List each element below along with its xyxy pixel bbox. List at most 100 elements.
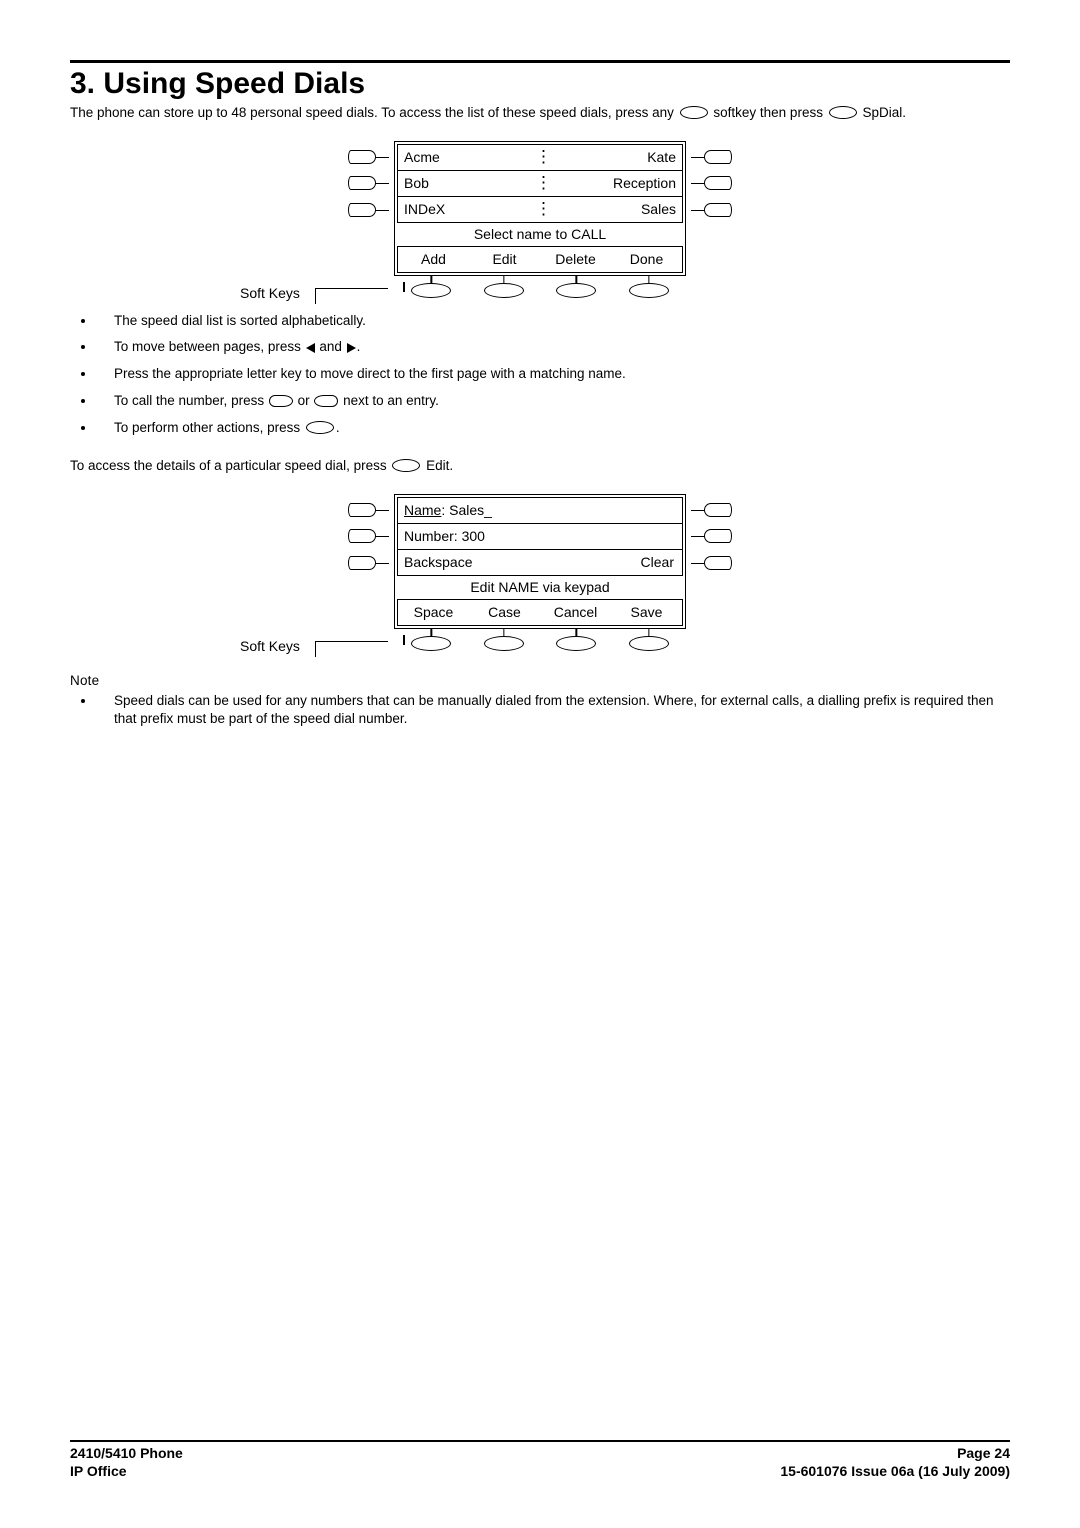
softkey-label: Add: [398, 251, 469, 267]
list-row: Bob ⋮ Reception: [398, 171, 682, 197]
field-value: Number: 300: [404, 528, 485, 544]
page-heading: 3. Using Speed Dials: [70, 67, 1010, 101]
text-span: To access the details of a particular sp…: [70, 458, 390, 473]
line-button-icon: [348, 556, 376, 570]
line-button-icon: [704, 503, 732, 517]
softkey-label: Edit: [469, 251, 540, 267]
edit-row: Name: Sales_: [398, 498, 682, 524]
list-text: and: [316, 339, 346, 354]
entry-name: Sales: [545, 201, 682, 217]
edit-access-text: To access the details of a particular sp…: [70, 456, 1010, 476]
speed-dial-edit-diagram: Name: Sales_ Number: 300 Backspace Clear…: [280, 494, 800, 651]
softkeys-caption: Soft Keys: [240, 285, 300, 301]
right-arrow-icon: [347, 343, 356, 353]
list-text: To call the number, press: [114, 393, 268, 408]
left-line-buttons: [348, 144, 392, 224]
softkey-label: Delete: [540, 251, 611, 267]
line-button-icon: [704, 176, 732, 190]
softkey-labels: Add Edit Delete Done: [397, 246, 683, 273]
edit-row: Number: 300: [398, 524, 682, 550]
intro-part1: The phone can store up to 48 personal sp…: [70, 105, 678, 120]
edit-row: Backspace Clear: [398, 550, 682, 575]
left-line-button-icon: [314, 395, 338, 407]
list-text: The speed dial list is sorted alphabetic…: [114, 313, 366, 328]
line-button-icon: [704, 150, 732, 164]
list-item: Press the appropriate letter key to move…: [96, 365, 1010, 384]
list-text: Press the appropriate letter key to move…: [114, 366, 626, 381]
line-button-icon: [704, 529, 732, 543]
right-line-buttons: [688, 144, 732, 224]
footer-right-2: 15-601076 Issue 06a (16 July 2009): [780, 1462, 1010, 1480]
list-text: .: [336, 420, 340, 435]
footer-left-2: IP Office: [70, 1462, 127, 1480]
softkey-icon: [306, 421, 334, 434]
line-button-icon: [348, 529, 376, 543]
list-text: To perform other actions, press: [114, 420, 304, 435]
entry-name: Acme: [398, 149, 535, 165]
softkey-button-icon: [484, 636, 524, 651]
line-button-icon: [348, 176, 376, 190]
softkey-label: Done: [611, 251, 682, 267]
intro-label: SpDial.: [859, 105, 906, 120]
softkey-button-icon: [629, 636, 669, 651]
softkey-button-icon: [484, 283, 524, 298]
page-footer: 2410/5410 Phone Page 24 IP Office 15-601…: [70, 1440, 1010, 1480]
note-heading: Note: [70, 673, 1010, 688]
field-label: Name: [404, 502, 441, 518]
softkeys-caption: Soft Keys: [240, 638, 300, 654]
line-button-icon: [348, 503, 376, 517]
softkey-labels: Space Case Cancel Save: [397, 599, 683, 626]
softkey-button-icon: [411, 636, 451, 651]
list-item: To perform other actions, press .: [96, 419, 1010, 438]
left-line-buttons: [348, 497, 392, 577]
list-text: Speed dials can be used for any numbers …: [114, 693, 994, 727]
right-line-buttons: [688, 497, 732, 577]
intro-text: The phone can store up to 48 personal sp…: [70, 103, 1010, 123]
softkey-button-icon: [411, 283, 451, 298]
speed-dial-list-diagram: Acme ⋮ Kate Bob ⋮ Reception INDeX ⋮ Sale…: [280, 141, 800, 298]
screen-hint: Edit NAME via keypad: [395, 576, 685, 598]
instruction-list: The speed dial list is sorted alphabetic…: [70, 312, 1010, 438]
left-arrow-icon: [306, 343, 315, 353]
softkey-button-icon: [556, 283, 596, 298]
list-item: Speed dials can be used for any numbers …: [96, 692, 1010, 730]
softkey-buttons: Soft Keys: [395, 283, 685, 298]
softkey-icon: [392, 459, 420, 472]
line-button-icon: [704, 556, 732, 570]
list-text: .: [357, 339, 361, 354]
list-item: To move between pages, press and .: [96, 338, 1010, 357]
footer-left-1: 2410/5410 Phone: [70, 1444, 183, 1462]
list-text: next to an entry.: [339, 393, 439, 408]
line-button-icon: [348, 203, 376, 217]
screen-hint: Select name to CALL: [395, 223, 685, 245]
entry-name: Kate: [545, 149, 682, 165]
entry-name: Bob: [398, 175, 535, 191]
note-list: Speed dials can be used for any numbers …: [70, 692, 1010, 730]
line-button-icon: [704, 203, 732, 217]
softkey-label: Case: [469, 604, 540, 620]
right-line-button-icon: [269, 395, 293, 407]
softkey-label: Space: [398, 604, 469, 620]
action-label: Clear: [641, 554, 676, 570]
list-text: or: [294, 393, 314, 408]
softkey-icon: [680, 106, 708, 119]
text-span: Edit.: [422, 458, 453, 473]
softkey-buttons: Soft Keys: [395, 636, 685, 651]
footer-right-1: Page 24: [957, 1444, 1010, 1462]
softkey-button-icon: [556, 636, 596, 651]
softkey-label: Save: [611, 604, 682, 620]
field-value: : Sales_: [441, 502, 492, 518]
action-label: Backspace: [404, 554, 641, 570]
softkey-icon: [829, 106, 857, 119]
list-item: The speed dial list is sorted alphabetic…: [96, 312, 1010, 331]
list-row: Acme ⋮ Kate: [398, 145, 682, 171]
list-row: INDeX ⋮ Sales: [398, 197, 682, 222]
softkey-label: Cancel: [540, 604, 611, 620]
entry-name: INDeX: [398, 201, 535, 217]
list-item: To call the number, press or next to an …: [96, 392, 1010, 411]
list-text: To move between pages, press: [114, 339, 305, 354]
intro-part2: softkey then press: [710, 105, 827, 120]
entry-name: Reception: [545, 175, 682, 191]
line-button-icon: [348, 150, 376, 164]
softkey-button-icon: [629, 283, 669, 298]
